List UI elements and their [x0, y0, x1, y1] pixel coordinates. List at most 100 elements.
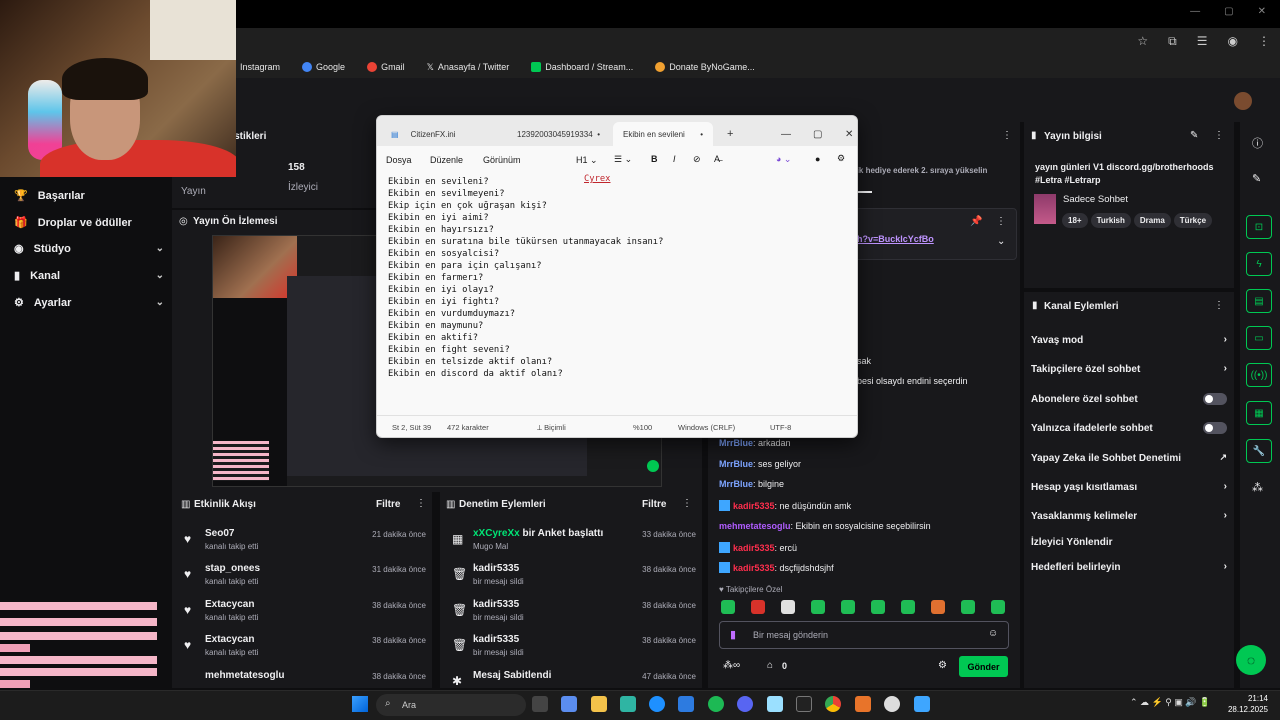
broadcast-button[interactable]: ((•)) — [1246, 363, 1272, 387]
chrome-icon[interactable] — [825, 696, 841, 712]
menu-icon[interactable]: ⋮ — [1258, 34, 1270, 49]
clear-format-icon[interactable]: A̶ — [714, 154, 720, 164]
minimize-icon[interactable]: — — [771, 122, 791, 146]
account-icon[interactable]: ● — [815, 154, 820, 164]
app-icon[interactable] — [884, 696, 900, 712]
sidebar-item-channel[interactable]: ▮ Kanal ⌄ — [14, 269, 164, 283]
menu-edit[interactable]: Düzenle — [430, 155, 463, 165]
sidebar-item-achievements[interactable]: 🏆 Başarılar — [14, 189, 164, 203]
emote-icon[interactable] — [961, 600, 975, 614]
activity-user[interactable]: Seo07 — [205, 528, 234, 539]
reading-list-icon[interactable]: ☰ — [1197, 34, 1208, 49]
italic-icon[interactable]: I — [673, 154, 676, 164]
zoom-level[interactable]: %100 — [633, 423, 652, 432]
chat-username[interactable]: MrrBlue — [719, 438, 753, 448]
chat-input[interactable]: ▮ Bir mesaj gönderin ☺ — [719, 621, 1009, 649]
tag[interactable]: Drama — [1133, 213, 1171, 228]
notepad-taskbar-icon[interactable] — [914, 696, 930, 712]
emote-icon[interactable] — [781, 600, 795, 614]
slow-mode-row[interactable]: Yavaş mod › — [1031, 334, 1227, 346]
goals-row[interactable]: Hedefleri belirleyin › — [1031, 561, 1227, 573]
chat-bubble-icon[interactable]: ◌ — [1236, 645, 1266, 675]
activity-filter-button[interactable]: Filtre — [376, 499, 400, 510]
account-age-row[interactable]: Hesap yaşı kısıtlaması › — [1031, 481, 1227, 493]
menu-view[interactable]: Görünüm — [483, 155, 521, 165]
banned-words-row[interactable]: Yasaklanmış kelimeler › — [1031, 510, 1227, 522]
info-icon[interactable]: ⓘ — [1252, 135, 1263, 151]
extensions-icon[interactable]: ⧉ — [1168, 34, 1177, 49]
mod-user[interactable]: kadir5335 — [473, 599, 519, 610]
more-icon[interactable]: ⋮ — [416, 498, 426, 509]
format-toggle[interactable]: ⟂ Biçimli — [537, 423, 566, 433]
emote-icon[interactable] — [931, 600, 945, 614]
gear-icon[interactable]: ⚙ — [938, 660, 947, 671]
chat-username[interactable]: MrrBlue — [719, 459, 753, 469]
sidebar-item-studio[interactable]: ◉ Stüdyo ⌄ — [14, 242, 164, 256]
emote-only-toggle[interactable] — [1203, 422, 1227, 434]
emote-icon[interactable] — [721, 600, 735, 614]
followers-only-row[interactable]: Takipçilere özel sohbet › — [1031, 363, 1227, 375]
lightning-button[interactable]: ϟ — [1246, 252, 1272, 276]
gift-icon[interactable]: ⌂ — [767, 660, 773, 671]
channel-points-icon[interactable]: ⁂∞ — [723, 660, 740, 671]
chevron-down-icon[interactable]: ⌄ — [997, 236, 1005, 247]
close-icon[interactable]: ✕ — [835, 122, 855, 146]
windows-start-icon[interactable] — [352, 696, 368, 712]
notes-button[interactable]: ▤ — [1246, 289, 1272, 313]
bookmark-gmail[interactable]: Gmail — [367, 62, 405, 72]
app-icon[interactable] — [767, 696, 783, 712]
tag[interactable]: 18+ — [1062, 213, 1088, 228]
sidebar-item-drops[interactable]: 🎁 Droplar ve ödüller — [14, 216, 164, 230]
activity-user[interactable]: mehmetatesoglu — [205, 670, 284, 681]
maximize-icon[interactable]: ▢ — [803, 122, 823, 146]
maximize-icon[interactable]: ▢ — [1224, 6, 1233, 17]
tag[interactable]: Türkçe — [1173, 213, 1213, 228]
bookmark-google[interactable]: Google — [302, 62, 345, 72]
chat-username[interactable]: kadir5335 — [733, 501, 775, 511]
edge-icon[interactable] — [649, 696, 665, 712]
link-icon[interactable]: ⊘ — [693, 154, 701, 165]
clip-button[interactable]: ⊡ — [1246, 215, 1272, 239]
obs-icon[interactable] — [796, 696, 812, 712]
emote-icon[interactable] — [901, 600, 915, 614]
bookmark-star-icon[interactable]: ☆ — [1137, 34, 1148, 49]
emote-icon[interactable] — [871, 600, 885, 614]
emoji-icon[interactable]: ☺ — [988, 628, 998, 639]
sidebar-item-settings[interactable]: ⚙ Ayarlar ⌄ — [14, 296, 164, 310]
encoding[interactable]: UTF-8 — [770, 423, 791, 432]
category-thumbnail[interactable] — [1034, 194, 1056, 224]
system-tray-icons[interactable]: ⌃ ☁ ⚡ ⚲ ▣ 🔊 🔋 — [1130, 697, 1210, 708]
emote-icon[interactable] — [841, 600, 855, 614]
file-explorer-icon[interactable] — [591, 696, 607, 712]
notepad-tab[interactable]: ▤ CitizenFX.ini — [381, 122, 506, 146]
mod-user[interactable]: kadir5335 — [473, 634, 519, 645]
notepad-tab[interactable]: 12392003045919334 • — [507, 122, 612, 146]
widgets-icon[interactable] — [561, 696, 577, 712]
app-icon[interactable] — [620, 696, 636, 712]
more-icon[interactable]: ⋮ — [1214, 130, 1224, 141]
bookmark-instagram[interactable]: Instagram — [240, 62, 280, 72]
emote-icon[interactable] — [751, 600, 765, 614]
notepad-tab-active[interactable]: Ekibin en sevileni • — [613, 122, 713, 146]
mod-user[interactable]: xXCyreXx — [473, 528, 520, 539]
bookmark-twitter[interactable]: 𝕏 Anasayfa / Twitter — [427, 62, 510, 73]
layout-button[interactable]: ▦ — [1246, 401, 1272, 425]
emote-icon[interactable] — [991, 600, 1005, 614]
taskbar-search[interactable]: ⌕ Ara — [376, 694, 526, 716]
chat-username[interactable]: MrrBlue — [719, 479, 753, 489]
subscribers-only-toggle[interactable] — [1203, 393, 1227, 405]
mod-filter-button[interactable]: Filtre — [642, 499, 666, 510]
activity-user[interactable]: stap_onees — [205, 563, 260, 574]
edit-icon[interactable]: ✎ — [1190, 130, 1198, 141]
taskbar-clock[interactable]: 21:14 28.12.2025 — [1228, 693, 1268, 715]
notepad-text-area[interactable]: Ekibin en sevileni? Ekibin en sevilmeyen… — [388, 176, 848, 380]
emote-icon[interactable] — [811, 600, 825, 614]
pinned-link[interactable]: ch?v=BucklcYcfBo — [852, 234, 934, 244]
tag[interactable]: Turkish — [1090, 213, 1131, 228]
menu-file[interactable]: Dosya — [386, 155, 412, 165]
new-tab-icon[interactable]: + — [717, 122, 737, 146]
heading-dropdown[interactable]: H1 ⌄ — [576, 155, 598, 166]
more-icon[interactable]: ⋮ — [996, 216, 1006, 227]
raid-row[interactable]: İzleyici Yönlendir — [1031, 537, 1227, 548]
more-icon[interactable]: ⋮ — [1214, 300, 1224, 311]
